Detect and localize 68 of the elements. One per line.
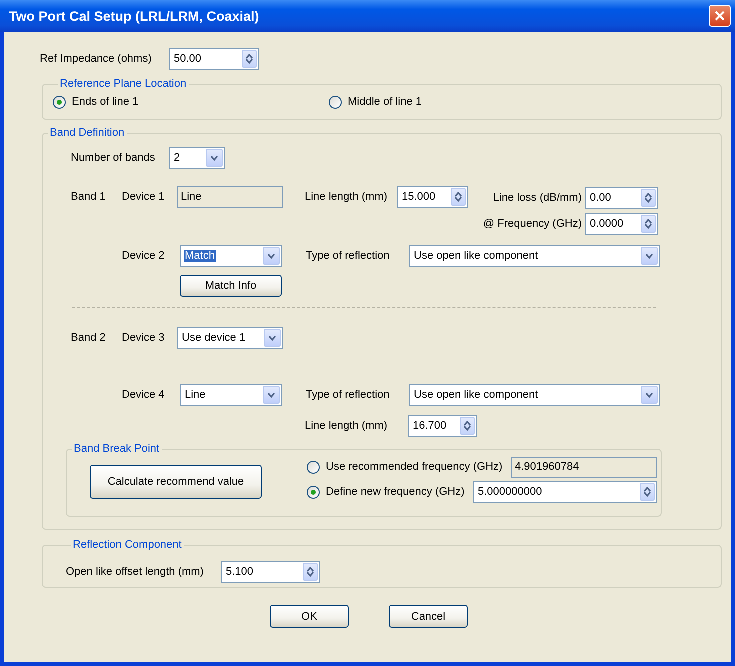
radio-button[interactable]: [53, 96, 66, 108]
frequency-field[interactable]: 5.000000000: [473, 481, 657, 503]
radio-label[interactable]: Define new frequency (GHz): [326, 486, 465, 498]
window-title: Two Port Cal Setup (LRL/LRM, Coaxial): [9, 8, 260, 24]
field-label: Device 1: [122, 191, 166, 203]
band-label: Band 2: [71, 332, 107, 344]
spin-button[interactable]: [303, 562, 318, 580]
spin-button[interactable]: [641, 215, 656, 233]
reflection-dropdown[interactable]: Use open like component: [409, 384, 660, 406]
ref-impedance-field[interactable]: 50.00: [169, 48, 259, 70]
field-label: Device 2: [122, 250, 166, 262]
dropdown-button[interactable]: [263, 247, 280, 265]
dropdown-button[interactable]: [264, 329, 281, 347]
radio-button[interactable]: [307, 460, 320, 474]
dropdown-button[interactable]: [641, 386, 658, 404]
chevron-down-icon: [268, 392, 275, 398]
spin-button[interactable]: [451, 188, 466, 206]
device-field: Line: [177, 186, 283, 208]
close-button[interactable]: [709, 5, 731, 27]
dropdown-button[interactable]: [641, 247, 658, 265]
chevron-down-icon: [269, 336, 276, 340]
frequency-field[interactable]: 0.0000: [585, 213, 658, 235]
field-label: Device 4: [122, 389, 166, 401]
chevron-down-icon: [646, 254, 653, 258]
device-dropdown[interactable]: Use device 1: [177, 327, 283, 349]
line-length-field[interactable]: 15.000: [397, 186, 468, 208]
close-icon: [715, 11, 725, 21]
spin-button[interactable]: [640, 483, 655, 501]
match-info-button[interactable]: Match Info: [180, 275, 282, 297]
spin-button[interactable]: [242, 50, 257, 68]
dialog-button[interactable]: Cancel: [389, 605, 468, 628]
field-label: Open like offset length (mm): [66, 566, 205, 578]
field-label: Device 3: [122, 332, 166, 344]
radio-label[interactable]: Use recommended frequency (GHz): [326, 461, 503, 473]
spin-button[interactable]: [641, 189, 656, 207]
field-label: Type of reflection: [306, 389, 391, 401]
group-legend: Reflection Component: [71, 538, 184, 552]
field-label: Type of reflection: [306, 250, 391, 262]
spin-button[interactable]: [460, 417, 475, 435]
chevron-down-icon: [646, 392, 653, 398]
field-label: @ Frequency (GHz): [482, 218, 582, 230]
dropdown-button[interactable]: [206, 149, 223, 167]
field-label: Line length (mm): [305, 420, 389, 432]
band-label: Band 1: [71, 191, 107, 203]
group-legend: Reference Plane Location: [58, 77, 189, 91]
group-legend: Band Definition: [48, 126, 127, 140]
line-length-field[interactable]: 16.700: [408, 415, 477, 437]
recommended-frequency-field: 4.901960784: [511, 456, 657, 478]
field-label: Line length (mm): [305, 191, 389, 203]
device-dropdown[interactable]: Match: [180, 245, 282, 267]
field-label: Number of bands: [71, 152, 156, 164]
field-label: Line loss (dB/mm): [492, 192, 582, 204]
device-dropdown[interactable]: Line: [180, 384, 282, 406]
radio-label[interactable]: Middle of line 1: [348, 96, 422, 108]
group-legend: Band Break Point: [72, 442, 162, 456]
radio-button[interactable]: [307, 486, 320, 498]
chevron-down-icon: [211, 156, 218, 160]
radio-button[interactable]: [329, 96, 342, 108]
chevron-down-icon: [268, 254, 275, 258]
dropdown-button[interactable]: [263, 386, 280, 404]
reflection-dropdown[interactable]: Use open like component: [409, 245, 660, 267]
calculate-button[interactable]: Calculate recommend value: [90, 465, 262, 499]
dialog-button[interactable]: OK: [270, 605, 349, 628]
line-loss-field[interactable]: 0.00: [585, 187, 658, 209]
field-label: Ref Impedance (ohms): [40, 52, 153, 64]
radio-label[interactable]: Ends of line 1: [72, 96, 139, 108]
number-of-bands-dropdown[interactable]: 2: [169, 147, 225, 169]
offset-length-field[interactable]: 5.100: [221, 560, 320, 582]
